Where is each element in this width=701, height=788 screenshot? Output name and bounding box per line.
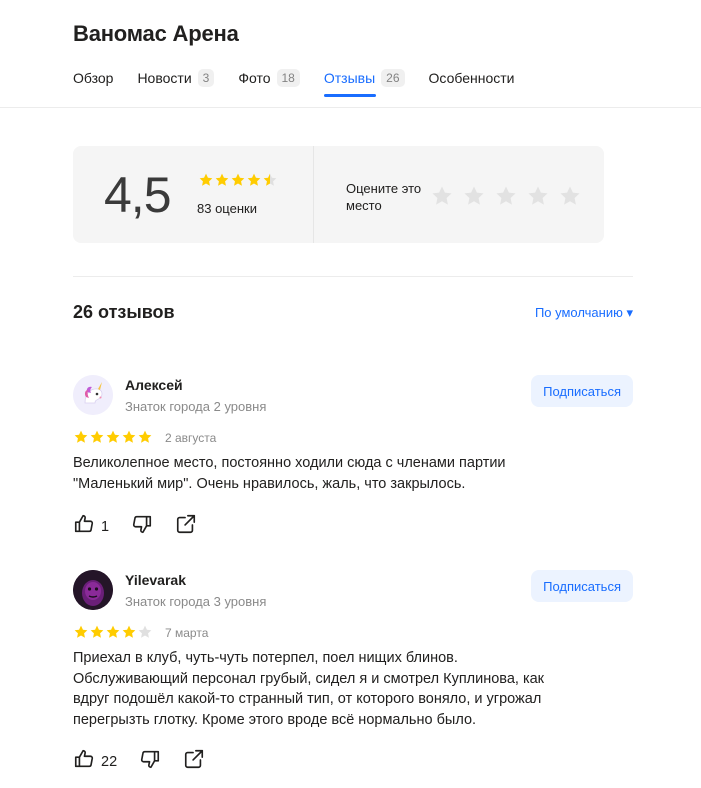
- tab-news[interactable]: Новости 3: [137, 67, 215, 89]
- tab-photos[interactable]: Фото 18: [238, 67, 300, 89]
- thumbs-up-icon: [73, 748, 95, 775]
- author-level: Знаток города 2 уровня: [125, 399, 267, 414]
- tab-label: Новости: [137, 70, 192, 86]
- star-icon: [198, 172, 214, 188]
- like-count: 1: [101, 518, 110, 535]
- thumbs-up-icon: [73, 513, 95, 540]
- star-icon: [89, 429, 105, 445]
- rating-value: 4,5: [104, 167, 172, 223]
- review-text: Великолепное место, постоянно ходили сюд…: [73, 455, 506, 492]
- tab-features[interactable]: Особенности: [429, 67, 515, 89]
- review-card: Yilevarak Знаток города 3 уровня Подписа…: [73, 570, 633, 770]
- rating-count: 83 оценки: [197, 201, 257, 216]
- review-stars: [73, 429, 153, 445]
- rate-this-place-stars: [430, 184, 590, 208]
- author-name[interactable]: Yilevarak: [125, 572, 186, 588]
- star-icon: [262, 172, 278, 188]
- star-icon[interactable]: [526, 184, 550, 208]
- star-icon: [137, 624, 153, 640]
- rating-stars: [198, 172, 278, 188]
- like-button[interactable]: 1: [73, 513, 109, 540]
- review-text: Приехал в клуб, чуть-чуть потерпел, поел…: [73, 650, 545, 728]
- star-icon: [214, 172, 230, 188]
- star-icon: [121, 429, 137, 445]
- dislike-button[interactable]: [139, 748, 161, 775]
- share-button[interactable]: [183, 748, 205, 775]
- sort-dropdown[interactable]: По умолчанию ▾: [535, 305, 633, 321]
- review-card: Алексей Знаток города 2 уровня Подписать…: [73, 375, 633, 535]
- star-icon[interactable]: [494, 184, 518, 208]
- share-button[interactable]: [175, 513, 197, 540]
- author-name[interactable]: Алексей: [125, 377, 183, 393]
- tab-count-badge: 26: [381, 69, 405, 87]
- tab-label: Особенности: [428, 70, 515, 86]
- star-icon: [73, 624, 89, 640]
- star-icon: [89, 624, 105, 640]
- tab-label: Отзывы: [323, 70, 376, 86]
- subscribe-button[interactable]: Подписаться: [531, 570, 633, 602]
- like-count: 22: [101, 753, 118, 770]
- unicorn-icon[interactable]: [73, 375, 113, 415]
- tab-bar: Обзор Новости 3 Фото 18 Отзывы 26 Особен…: [73, 67, 538, 97]
- star-icon: [137, 429, 153, 445]
- subscribe-button[interactable]: Подписаться: [531, 375, 633, 407]
- star-icon: [105, 429, 121, 445]
- review-actions: 1: [73, 513, 197, 540]
- tab-count-badge: 18: [276, 69, 300, 87]
- share-icon: [183, 748, 205, 775]
- review-date: 7 марта: [165, 626, 209, 640]
- author-level: Знаток города 3 уровня: [125, 594, 267, 609]
- share-icon: [175, 513, 197, 540]
- review-stars: [73, 624, 153, 640]
- divider: [313, 146, 314, 243]
- star-icon: [246, 172, 262, 188]
- rate-prompt: Оцените это место: [346, 181, 422, 213]
- review-date: 2 августа: [165, 431, 217, 445]
- purple-face-icon[interactable]: [73, 570, 113, 610]
- reviews-count-heading: 26 отзывов: [73, 302, 175, 322]
- star-icon[interactable]: [462, 184, 486, 208]
- tab-label: Фото: [238, 70, 271, 86]
- divider: [73, 276, 633, 277]
- star-icon: [73, 429, 89, 445]
- place-header: Ваномас Арена Обзор Новости 3 Фото 18 От…: [0, 0, 701, 108]
- thumbs-down-icon: [139, 748, 161, 775]
- star-icon: [121, 624, 137, 640]
- star-icon: [105, 624, 121, 640]
- star-icon[interactable]: [430, 184, 454, 208]
- rating-summary: 4,5 83 оценки Оцените это место: [73, 146, 604, 243]
- star-icon: [230, 172, 246, 188]
- page-title: Ваномас Арена: [73, 21, 239, 46]
- tab-reviews[interactable]: Отзывы 26: [323, 67, 405, 97]
- tab-label: Обзор: [73, 70, 114, 86]
- tab-overview[interactable]: Обзор: [73, 67, 113, 89]
- star-icon[interactable]: [558, 184, 582, 208]
- tab-count-badge: 3: [197, 69, 215, 87]
- review-actions: 22: [73, 748, 205, 775]
- dislike-button[interactable]: [131, 513, 153, 540]
- thumbs-down-icon: [131, 513, 153, 540]
- like-button[interactable]: 22: [73, 748, 117, 775]
